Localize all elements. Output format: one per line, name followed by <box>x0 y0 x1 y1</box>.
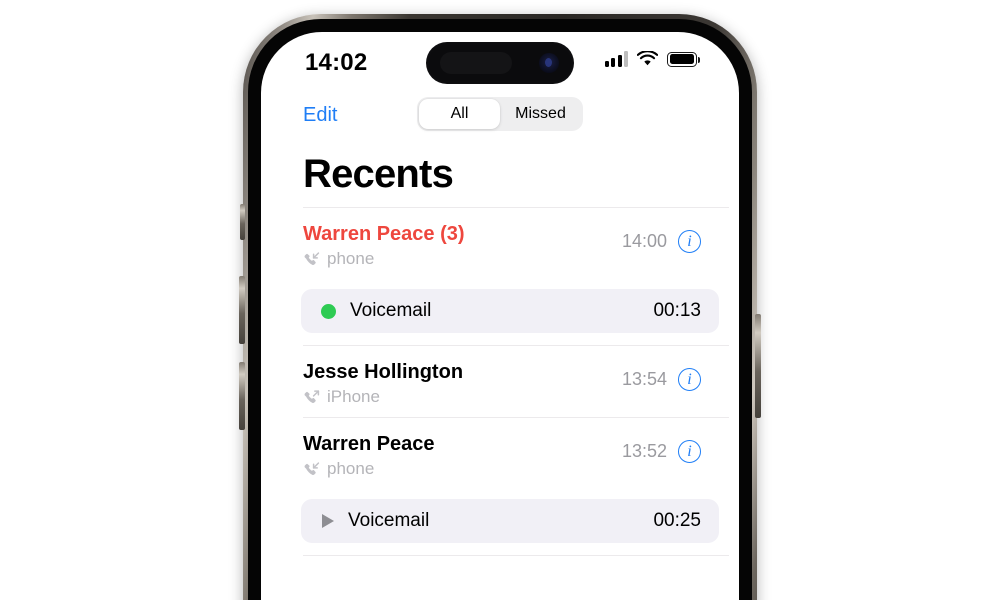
call-list-item[interactable]: Warren Peace (3) phone 14:00 i <box>261 208 739 279</box>
recents-filter-segmented-control[interactable]: All Missed <box>417 97 583 131</box>
status-bar-indicators <box>604 51 701 67</box>
outgoing-call-icon <box>304 389 320 403</box>
volume-down-button[interactable] <box>239 362 245 430</box>
navigation-bar: Edit All Missed <box>261 94 739 146</box>
call-time: 13:52 <box>621 441 667 461</box>
call-list-item[interactable]: Warren Peace phone 13:52 i <box>261 418 739 489</box>
call-list-item[interactable]: Jesse Hollington iPhone 13:54 i <box>261 346 739 417</box>
tab-missed[interactable]: Missed <box>500 99 581 129</box>
call-meta: 13:54 i <box>622 368 701 391</box>
front-camera-icon <box>539 53 559 73</box>
call-info-button[interactable]: i <box>678 440 701 463</box>
status-bar-clock: 14:02 <box>305 49 368 76</box>
incoming-call-icon <box>304 461 320 475</box>
call-time: 14:00 <box>621 231 667 251</box>
call-time: 13:54 <box>621 369 667 389</box>
call-meta: 13:52 i <box>622 440 701 463</box>
call-line-label: phone <box>327 459 375 478</box>
phone-screen: 14:02 Edit All Missed Recents Warren Pea… <box>261 32 739 600</box>
dynamic-island[interactable] <box>426 42 574 84</box>
status-bar: 14:02 <box>261 32 739 94</box>
voicemail-label: Voicemail <box>348 510 430 531</box>
edit-button[interactable]: Edit <box>303 104 337 127</box>
voicemail-row[interactable]: Voicemail 00:25 <box>301 499 719 543</box>
earpiece-speaker-icon <box>440 52 512 74</box>
divider <box>303 555 729 556</box>
device-bezel: 14:02 Edit All Missed Recents Warren Pea… <box>248 19 752 600</box>
voicemail-duration: 00:25 <box>653 510 701 531</box>
volume-up-button[interactable] <box>239 276 245 344</box>
play-icon[interactable] <box>322 514 334 528</box>
recents-call-list: Warren Peace (3) phone 14:00 i Voicemail… <box>261 208 739 556</box>
voicemail-row[interactable]: Voicemail 00:13 <box>301 289 719 333</box>
incoming-call-icon <box>304 251 320 265</box>
call-line-label: phone <box>327 249 375 268</box>
unread-dot-icon <box>321 303 336 319</box>
cellular-signal-icon <box>604 51 628 67</box>
voicemail-duration: 00:13 <box>653 300 701 321</box>
power-button[interactable] <box>755 314 761 418</box>
call-meta: 14:00 i <box>622 230 701 253</box>
screenshot-canvas: 14:02 Edit All Missed Recents Warren Pea… <box>0 0 1000 600</box>
call-info-button[interactable]: i <box>678 230 701 253</box>
call-info-button[interactable]: i <box>678 368 701 391</box>
wifi-icon <box>637 51 658 66</box>
call-line-label: iPhone <box>327 387 380 406</box>
page-title: Recents <box>303 152 454 196</box>
battery-icon <box>667 51 701 67</box>
voicemail-label: Voicemail <box>350 300 432 321</box>
ring-silent-switch[interactable] <box>240 204 245 240</box>
iphone-device-frame: 14:02 Edit All Missed Recents Warren Pea… <box>239 14 761 600</box>
tab-all[interactable]: All <box>419 99 500 129</box>
